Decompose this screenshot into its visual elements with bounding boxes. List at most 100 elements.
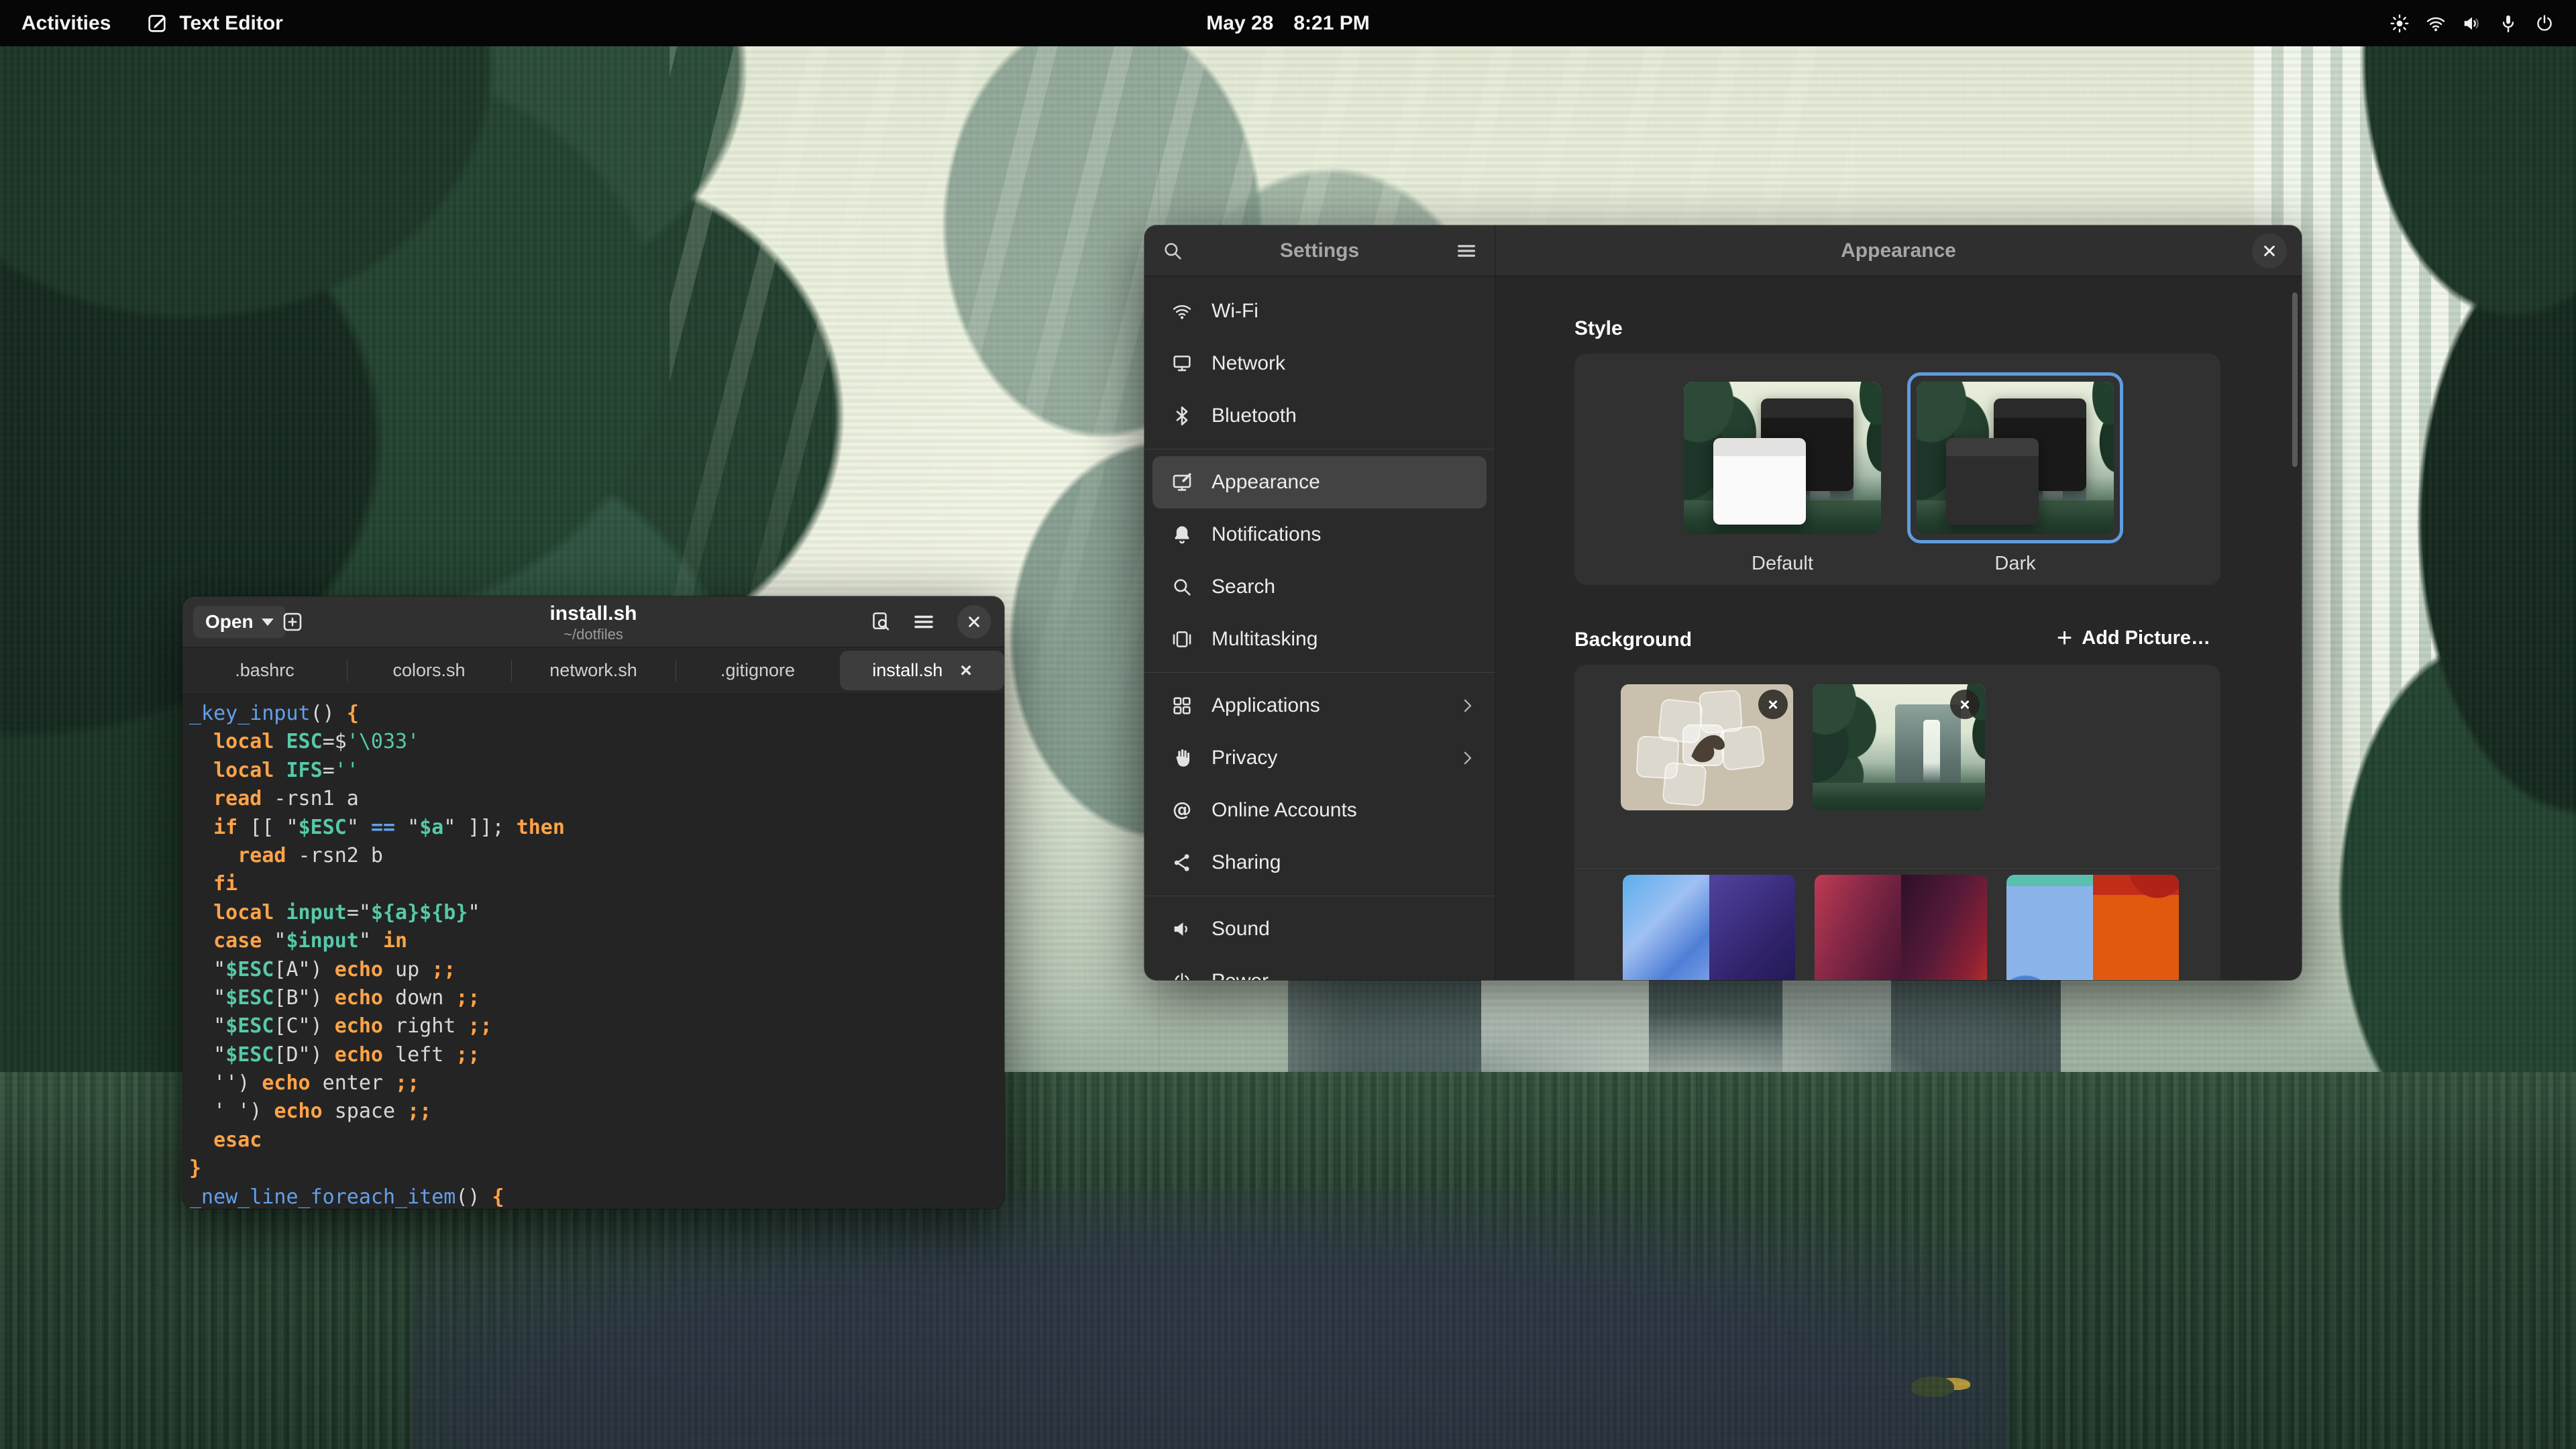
code-line: ' ') echo space ;; [189,1097,1004,1126]
preset-wallpaper-dark-red-waves[interactable] [1815,875,1987,980]
focused-app-menu[interactable]: Text Editor [146,12,282,35]
sidebar-item-label: Notifications [1212,523,1477,546]
add-picture-button[interactable]: + Add Picture… [2046,618,2221,658]
notifications-icon [1170,523,1194,547]
search-button[interactable] [1157,235,1189,267]
plus-icon: + [2057,625,2072,651]
style-option-default[interactable] [1684,382,1881,534]
close-settings-button[interactable] [2252,233,2287,268]
search-icon [1170,575,1194,599]
preset-light-variant [2006,875,2093,980]
close-tab-icon[interactable]: × [960,661,972,681]
style-heading: Style [1574,317,1623,340]
sharing-icon [1170,851,1194,875]
open-button-label: Open [205,611,254,633]
sidebar-item-network[interactable]: Network [1152,337,1487,390]
settings-content: Appearance Style [1495,225,2302,980]
power-icon [2533,12,2556,35]
sidebar-item-notifications[interactable]: Notifications [1152,508,1487,561]
tab-network-sh[interactable]: network.sh [511,647,676,694]
wifi-icon [1170,299,1194,323]
settings-window: Settings Wi-FiNetwork Bluetooth Appearance… [1144,225,2302,980]
remove-background-button[interactable]: × [1758,690,1788,719]
new-tab-button[interactable] [276,606,309,638]
sidebar-item-label: Bluetooth [1212,405,1477,427]
style-card: Default Dark [1574,354,2220,585]
sidebar-item-sound[interactable]: Sound [1152,903,1487,955]
code-line: "$ESC[A") echo up ;; [189,956,1004,984]
code-line: case "$input" in [189,927,1004,955]
sidebar-list: Wi-FiNetwork Bluetooth Appearance Notificat… [1144,276,1495,980]
volume-icon [2461,12,2483,35]
code-line: _new_line_foreach_item() { [189,1183,1004,1208]
dragon-icon [1685,722,1732,769]
style-label-default: Default [1684,553,1881,575]
tab-label: colors.sh [392,660,465,681]
content-headerbar: Appearance [1495,225,2302,276]
wifi-icon [2424,12,2447,35]
dark-style-preview [1917,382,2114,534]
sidebar-item-label: Online Accounts [1212,799,1477,822]
activities-button[interactable]: Activities [21,12,111,35]
tab-bashrc[interactable]: .bashrc [182,647,347,694]
sidebar-item-sharing[interactable]: Sharing [1152,837,1487,889]
open-button[interactable]: Open [193,606,286,638]
add-picture-label: Add Picture… [2082,627,2210,649]
selected-style-outline [1907,372,2123,543]
preset-wallpaper-blue-purple-geometric[interactable] [1623,875,1795,980]
preset-light-variant [1623,875,1709,980]
sidebar-item-label: Multitasking [1212,628,1477,651]
sidebar-item-power[interactable]: Power [1152,955,1487,980]
code-line: } [189,1155,1004,1183]
sidebar-item-privacy[interactable]: Privacy [1152,732,1487,784]
background-thumb-forest[interactable]: × [1813,684,1985,810]
sidebar-item-search[interactable]: Search [1152,561,1487,613]
panel-title: Appearance [1841,239,1956,262]
focused-app-name: Text Editor [179,12,282,35]
microphone-icon [2497,12,2520,35]
preset-wallpaper-blue-orange-drips[interactable] [2006,875,2179,980]
scrollbar[interactable] [2292,292,2298,930]
code-line: local ESC=$'\033' [189,728,1004,756]
sidebar-item-label: Appearance [1212,471,1477,494]
sidebar-item-applications[interactable]: Applications [1152,680,1487,732]
code-line: '') echo enter ;; [189,1069,1004,1097]
background-card: × × [1574,665,2220,980]
applications-icon [1170,694,1194,718]
preset-dark-variant [1901,875,1988,980]
system-tray[interactable] [2388,12,2576,35]
sidebar-item-bluetooth[interactable]: Bluetooth [1152,390,1487,442]
background-thumb-dragon[interactable]: × [1621,684,1793,810]
sidebar-item-appearance[interactable]: Appearance [1152,456,1487,508]
code-line: local IFS='' [189,757,1004,785]
menu-button[interactable] [908,606,940,638]
code-editor-area[interactable]: _key_input() { local ESC=$'\033' local I… [182,694,1004,1208]
sidebar-item-multitasking[interactable]: Multitasking [1152,613,1487,665]
desktop: Activities Text Editor May 28 8:21 PM Op… [0,0,2576,1449]
scrollbar-thumb[interactable] [2292,292,2298,467]
code-line: if [[ "$ESC" == "$a" ]]; then [189,814,1004,842]
style-option-dark[interactable] [1917,382,2114,534]
close-window-button[interactable] [957,605,991,639]
sidebar-item-label: Power [1212,970,1477,980]
tab-label: .gitignore [720,660,795,681]
tab-gitignore[interactable]: .gitignore [676,647,840,694]
top-bar: Activities Text Editor May 28 8:21 PM [0,0,2576,46]
settings-sidebar: Settings Wi-FiNetwork Bluetooth Appearance… [1144,225,1495,980]
tab-install-sh[interactable]: install.sh× [840,651,1004,690]
remove-background-button[interactable]: × [1950,690,1980,719]
brightness-icon [2388,12,2411,35]
network-icon [1170,352,1194,376]
tab-label: .bashrc [235,660,294,681]
document-search-button[interactable] [865,606,897,638]
privacy-icon [1170,746,1194,770]
clock-button[interactable]: May 28 8:21 PM [1206,12,1369,35]
sidebar-item-label: Privacy [1212,747,1440,769]
tab-colors-sh[interactable]: colors.sh [347,647,511,694]
sidebar-item-label: Sharing [1212,851,1477,874]
sidebar-item-online-accounts[interactable]: @Online Accounts [1152,784,1487,837]
background-heading: Background [1574,629,1692,651]
sidebar-headerbar: Settings [1144,225,1495,276]
sidebar-item-wi-fi[interactable]: Wi-Fi [1152,285,1487,337]
primary-menu-button[interactable] [1450,235,1483,267]
